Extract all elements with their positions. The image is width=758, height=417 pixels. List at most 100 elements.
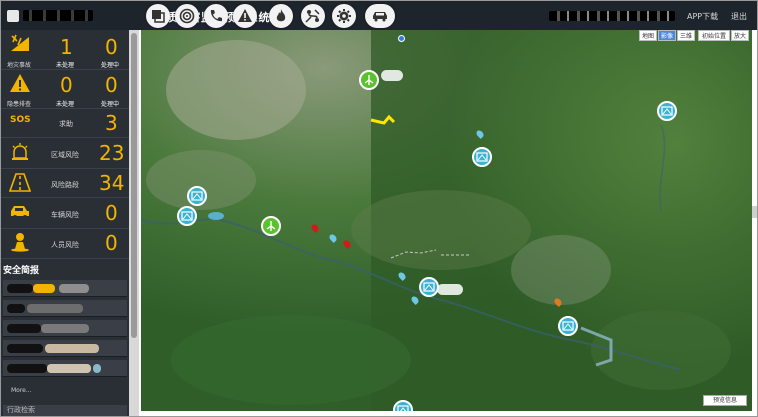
fire-button[interactable] xyxy=(269,4,293,28)
warning-button[interactable] xyxy=(233,4,257,28)
stat-label: 风险路段 xyxy=(51,181,79,189)
sos-icon: SOS xyxy=(10,115,31,125)
processing-label: 处理中 xyxy=(101,101,120,108)
redacted-news-text xyxy=(59,284,89,293)
sidebar-scrollbar[interactable] xyxy=(129,30,139,416)
vehicle-button[interactable] xyxy=(365,4,395,28)
stat-row-region-risk[interactable]: 区域风险 23 xyxy=(1,138,129,169)
cloud-label xyxy=(381,70,403,81)
road-risk-icon xyxy=(9,173,31,192)
monitor-point-blue-marker[interactable] xyxy=(558,316,578,336)
processing-count[interactable]: 0 xyxy=(105,75,118,95)
monitor-point-blue-marker[interactable] xyxy=(187,186,207,206)
route-button[interactable] xyxy=(301,4,325,28)
stat-row-sos[interactable]: SOS 求助 3 xyxy=(1,109,129,138)
map-resize-handle[interactable] xyxy=(752,206,757,218)
zoom-in-button[interactable]: 放大 xyxy=(731,30,749,41)
monitor-point-green-marker[interactable] xyxy=(359,70,379,90)
stat-row-road-risk[interactable]: 风险路段 34 xyxy=(1,169,129,198)
stat-label: 隐患排查 xyxy=(7,101,32,108)
stat-label: 人员风险 xyxy=(51,241,79,249)
sidebar: 地灾事故 1 未处理 0 处理中 隐患排查 0 未处理 0 处理中 SOS 求助… xyxy=(1,30,129,416)
processing-count[interactable]: 0 xyxy=(105,37,118,57)
pending-label: 未处理 xyxy=(56,62,75,69)
logo-icon xyxy=(7,10,19,22)
stat-value[interactable]: 34 xyxy=(99,173,124,193)
stat-label: 车辆风险 xyxy=(51,211,79,219)
stat-value[interactable]: 0 xyxy=(105,233,118,253)
satellite-map[interactable] xyxy=(141,30,752,411)
redacted-news-text xyxy=(33,284,55,293)
stat-row-vehicle-risk[interactable]: 车辆风险 0 xyxy=(1,198,129,229)
processing-label: 处理中 xyxy=(101,62,120,69)
target-button[interactable] xyxy=(175,4,199,28)
monitor-point-blue-marker[interactable] xyxy=(419,277,439,297)
news-item[interactable] xyxy=(3,340,127,357)
redacted-user-info xyxy=(549,11,675,21)
settings-button[interactable] xyxy=(332,4,356,28)
scrollbar-thumb[interactable] xyxy=(131,33,137,338)
app-window: 地质灾害监测预警系统平台 APP下载 退出 地灾事故 1 未处理 0 处理中 隐… xyxy=(0,0,758,417)
car-icon xyxy=(373,12,387,22)
phone-icon xyxy=(210,10,222,22)
map-bottom-strip xyxy=(141,411,752,416)
redacted-news-text xyxy=(41,324,89,333)
news-section-title: 安全简报 xyxy=(3,266,40,276)
layers-icon xyxy=(152,10,165,23)
route-icon xyxy=(305,9,320,23)
person-risk-icon xyxy=(11,233,29,252)
monitor-point-green-marker[interactable] xyxy=(261,216,281,236)
notification-badge xyxy=(398,35,405,42)
stat-value[interactable]: 3 xyxy=(105,113,118,133)
redacted-news-text xyxy=(45,344,99,353)
logout-link[interactable]: 退出 xyxy=(731,11,747,22)
stat-row-hazard-check[interactable]: 隐患排查 0 未处理 0 处理中 xyxy=(1,70,129,109)
stat-row-disaster[interactable]: 地灾事故 1 未处理 0 处理中 xyxy=(1,30,129,70)
redacted-news-text xyxy=(7,304,25,313)
fire-icon xyxy=(276,9,286,22)
redacted-news-text xyxy=(7,344,43,353)
stat-value[interactable]: 0 xyxy=(105,203,118,223)
pending-count[interactable]: 0 xyxy=(60,75,73,95)
redacted-news-text xyxy=(7,324,41,333)
pending-count[interactable]: 1 xyxy=(60,37,73,57)
initial-position-button[interactable]: 初始位置 xyxy=(698,30,730,41)
news-item[interactable] xyxy=(3,300,127,317)
monitor-point-blue-marker[interactable] xyxy=(657,101,677,121)
cloud-label xyxy=(437,284,463,295)
gear-icon xyxy=(337,9,351,23)
vehicle-risk-icon xyxy=(11,206,29,219)
phone-button[interactable] xyxy=(204,4,228,28)
target-icon xyxy=(179,8,195,24)
region-risk-icon xyxy=(12,143,28,160)
legend-preview-button[interactable]: 预览信息 xyxy=(703,395,747,406)
map-type-3d[interactable]: 三维 xyxy=(677,30,695,41)
stat-value[interactable]: 23 xyxy=(99,143,124,163)
redacted-news-text xyxy=(93,364,101,373)
stat-label: 地灾事故 xyxy=(7,62,32,69)
monitor-point-blue-marker[interactable] xyxy=(472,147,492,167)
stat-row-person-risk[interactable]: 人员风险 0 xyxy=(1,229,129,259)
redacted-news-text xyxy=(47,364,91,373)
map-imagery xyxy=(141,30,752,411)
news-item[interactable] xyxy=(3,360,127,377)
redacted-news-text xyxy=(7,364,47,373)
map-type-satellite[interactable]: 影像 xyxy=(658,30,676,41)
layers-button[interactable] xyxy=(146,4,170,28)
app-download-link[interactable]: APP下载 xyxy=(687,11,718,22)
more-link[interactable]: More... xyxy=(11,387,32,394)
warning-icon xyxy=(10,74,30,92)
pending-label: 未处理 xyxy=(56,101,75,108)
redacted-news-text xyxy=(7,284,33,293)
warning-icon xyxy=(238,9,252,22)
stat-label: 求助 xyxy=(59,120,73,128)
news-item[interactable] xyxy=(3,320,127,337)
map-type-map[interactable]: 地图 xyxy=(639,30,657,41)
redacted-org-name xyxy=(23,10,93,21)
monitor-point-blue-marker[interactable] xyxy=(177,206,197,226)
redacted-news-text xyxy=(27,304,83,313)
sidebar-footer[interactable]: 行政检索 xyxy=(3,405,127,416)
news-item[interactable] xyxy=(3,280,127,297)
stat-label: 区域风险 xyxy=(51,151,79,159)
disaster-icon xyxy=(11,34,29,51)
